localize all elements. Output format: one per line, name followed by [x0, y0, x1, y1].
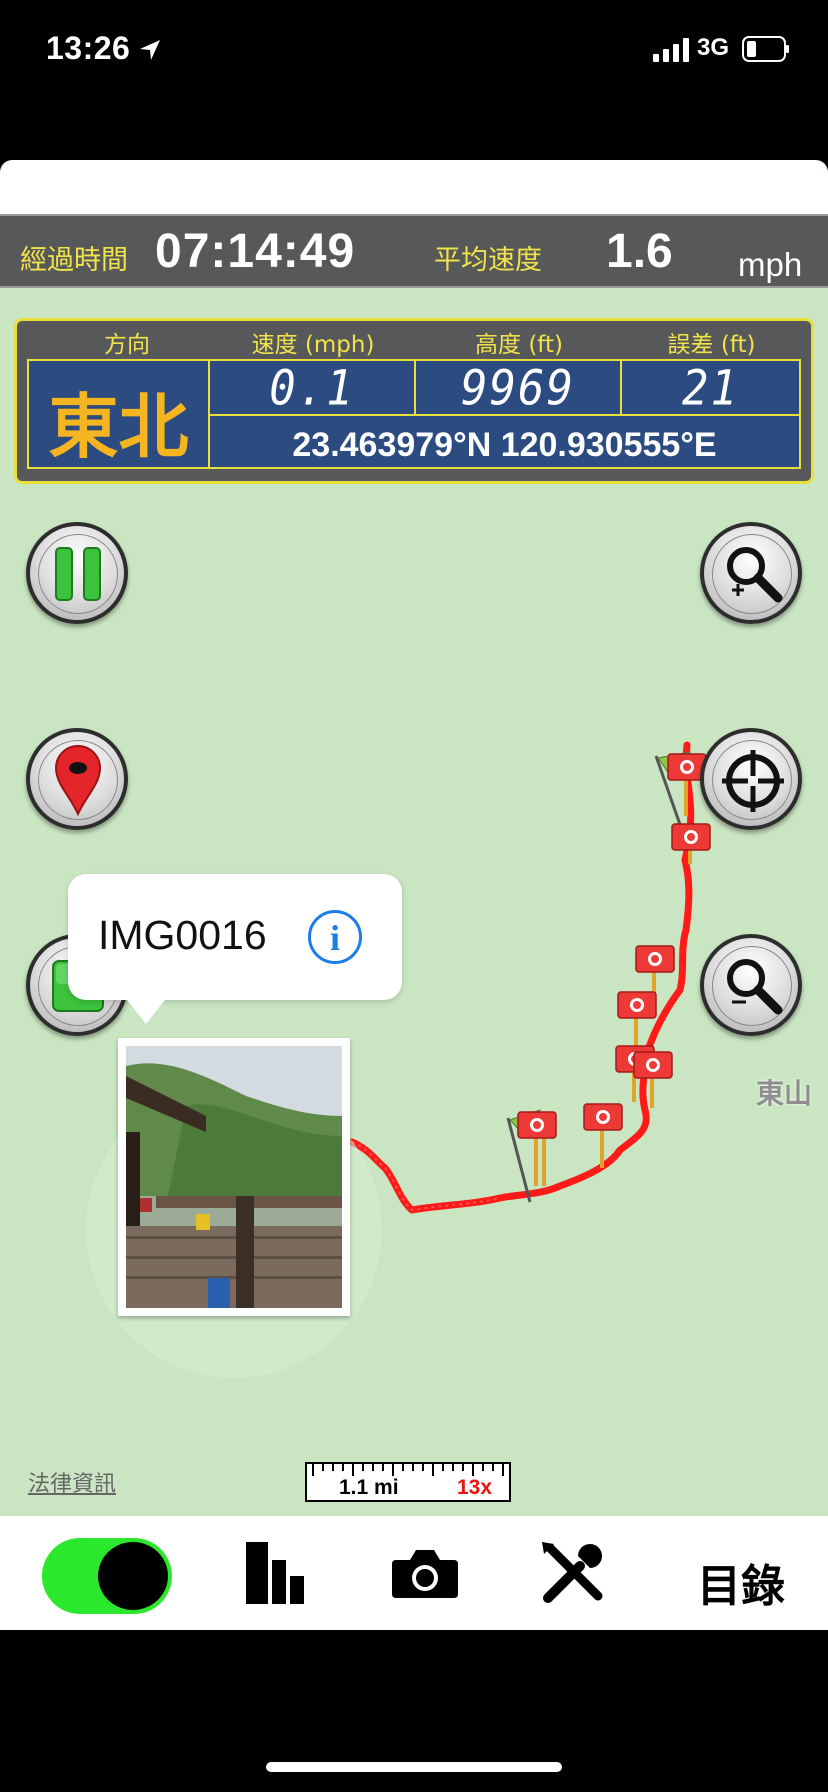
tools-icon[interactable]	[540, 1540, 606, 1606]
zoom-out-button[interactable]	[700, 934, 802, 1036]
map-scale-bar: 1.1 mi 13x	[305, 1462, 511, 1502]
locate-button[interactable]	[700, 728, 802, 830]
scale-distance: 1.1 mi	[339, 1476, 399, 1499]
zoom-in-button[interactable]	[700, 522, 802, 624]
status-time: 13:26	[46, 30, 131, 66]
callout-tail	[124, 996, 168, 1024]
photo-thumbnail[interactable]	[118, 1038, 350, 1316]
location-arrow-icon	[140, 40, 160, 60]
map-place-label: 東山	[756, 1077, 813, 1110]
network-type: 3G	[697, 34, 730, 61]
pause-icon	[55, 547, 101, 601]
zoom-level: 13x	[457, 1476, 493, 1499]
pause-button[interactable]	[26, 522, 128, 624]
gps-track-line	[348, 741, 695, 1214]
home-indicator	[266, 1762, 562, 1772]
catalog-tab[interactable]: 目錄	[697, 1550, 785, 1614]
zoom-out-icon	[727, 959, 783, 1015]
map-pin-icon	[54, 745, 102, 816]
photo-marker-icon	[633, 1051, 673, 1108]
recording-toggle[interactable]	[42, 1538, 172, 1614]
legal-info-link[interactable]: 法律資訊	[28, 1466, 116, 1498]
signal-icon	[653, 38, 689, 62]
stats-bar-chart-icon[interactable]	[246, 1542, 306, 1604]
photo-callout[interactable]: IMG0016 i	[68, 874, 402, 1000]
info-button[interactable]: i	[308, 910, 362, 964]
info-icon: i	[329, 918, 340, 958]
tab-bar: 目錄	[0, 1516, 828, 1630]
photo-image	[126, 1046, 342, 1308]
status-bar: 13:26 3G	[0, 0, 828, 100]
drop-pin-button[interactable]	[26, 728, 128, 830]
camera-icon[interactable]	[392, 1548, 458, 1598]
photo-marker-icon	[671, 823, 711, 864]
toggle-knob	[98, 1542, 168, 1610]
zoom-in-icon	[727, 547, 783, 603]
photo-callout-title: IMG0016	[98, 912, 267, 958]
battery-icon	[742, 36, 789, 62]
crosshair-icon	[722, 750, 784, 812]
app-area: 經過時間 07:14:49 平均速度 1.6 mph 方向 速度 (mph) 高…	[0, 160, 828, 1630]
